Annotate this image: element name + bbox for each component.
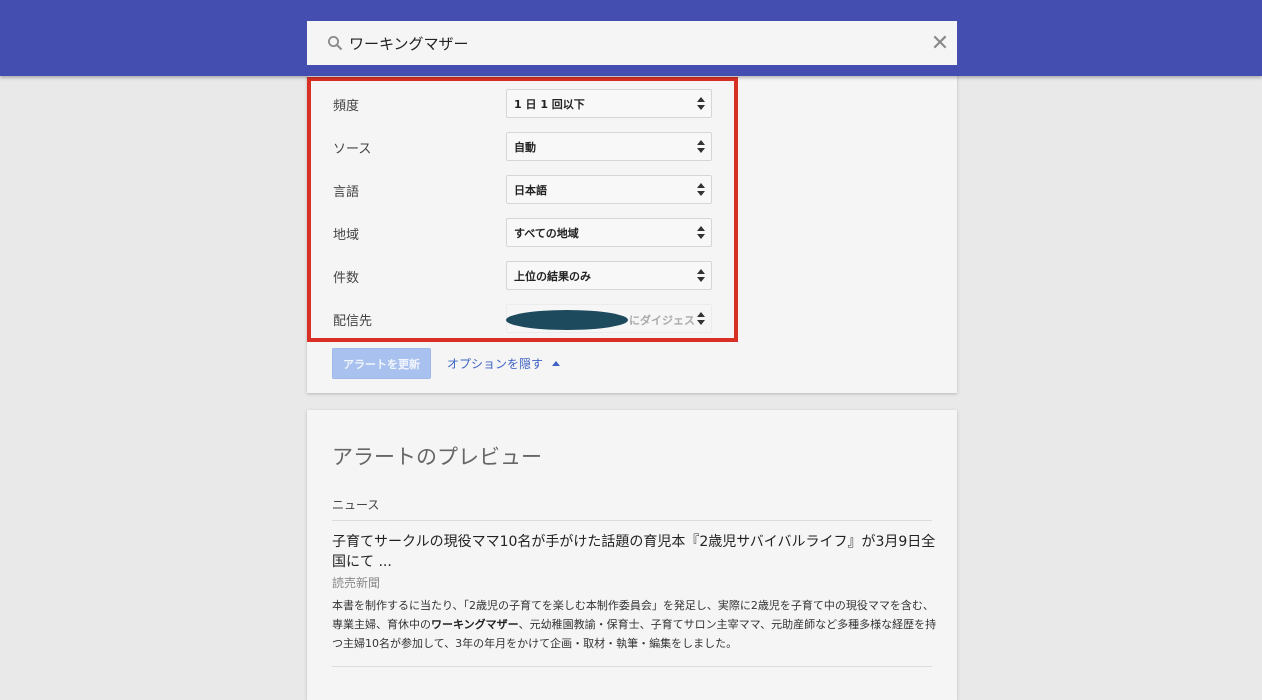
hide-options-label: オプションを隠す [447,357,544,371]
select-arrows-icon [697,225,705,241]
select-value: 1 日 1 回以下 [514,97,585,111]
select-arrows-icon [697,182,705,198]
option-label: 地域 [333,228,360,243]
search-box[interactable]: ワーキングマザー ✕ [307,21,957,65]
select-value: すべての地域 [514,226,579,240]
article-snippet: 本書を制作するに当たり、「2歳児の子育てを楽しむ本制作委員会」を発足し、実際に2… [332,596,938,653]
preview-title: アラートのプレビュー [332,445,542,469]
select-value: 日本語 [514,183,547,197]
clear-icon[interactable]: ✕ [923,21,957,65]
select-arrows-icon [697,268,705,284]
select-value: 自動 [514,140,536,154]
option-row-count: 件数 上位の結果のみ [333,261,713,291]
language-select[interactable]: 日本語 [506,175,712,204]
option-label: ソース [333,142,372,157]
update-alert-button[interactable]: アラートを更新 [332,348,431,379]
hide-options-link[interactable]: オプションを隠す [447,355,561,372]
option-row-delivery: 配信先 にダイジェス [333,304,713,334]
snippet-highlight: ワーキングマザー [431,618,519,631]
option-label: 言語 [333,185,360,200]
redacted-email [506,310,628,330]
divider [332,520,932,521]
select-arrows-icon [697,96,705,112]
alert-preview-card: アラートのプレビュー ニュース 子育てサークルの現役ママ10名が手がけた話題の育… [307,410,957,700]
search-input[interactable]: ワーキングマザー [345,33,923,54]
divider [332,666,932,667]
select-value: 上位の結果のみ [514,269,591,283]
news-article: 子育てサークルの現役ママ10名が手がけた話題の育児本『2歳児サバイバルライフ』が… [332,532,938,653]
select-arrows-icon [697,139,705,155]
option-row-language: 言語 日本語 [333,175,713,205]
delivery-select[interactable]: にダイジェス [506,304,712,333]
option-row-frequency: 頻度 1 日 1 回以下 [333,89,713,119]
option-row-source: ソース 自動 [333,132,713,162]
alert-options-card: 頻度 1 日 1 回以下 ソース 自動 言語 日本語 地域 すべての地域 件数 … [307,60,957,393]
frequency-select[interactable]: 1 日 1 回以下 [506,89,712,118]
article-source: 読売新聞 [332,576,381,590]
region-select[interactable]: すべての地域 [506,218,712,247]
select-value: にダイジェス [629,314,695,327]
section-label: ニュース [332,498,380,512]
option-label: 配信先 [333,314,373,329]
option-label: 件数 [333,271,360,286]
source-select[interactable]: 自動 [506,132,712,161]
article-title-link[interactable]: 子育てサークルの現役ママ10名が手がけた話題の育児本『2歳児サバイバルライフ』が… [332,532,938,572]
caret-up-icon [552,361,561,366]
count-select[interactable]: 上位の結果のみ [506,261,712,290]
select-arrows-icon [697,311,705,327]
option-label: 頻度 [333,99,360,114]
option-row-region: 地域 すべての地域 [333,218,713,248]
